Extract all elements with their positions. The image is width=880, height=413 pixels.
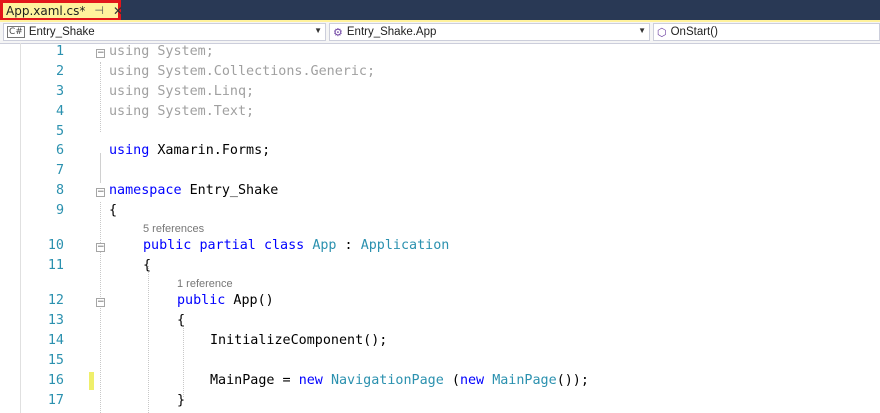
outline-guide — [100, 62, 102, 132]
indent-guide — [148, 266, 150, 413]
navigation-bar: C# Entry_Shake ▼ ⚙ Entry_Shake.App ▼ ⬡ O… — [0, 22, 880, 44]
namespace-text: System.Collections.Generic; — [149, 64, 376, 79]
member-dropdown[interactable]: ⬡ OnStart() — [653, 23, 880, 41]
brace: { — [177, 313, 186, 328]
code-editor[interactable]: 1 − using System; 2 using System.Collect… — [0, 43, 880, 413]
namespace-name: Entry_Shake — [181, 183, 279, 198]
line-number: 16 — [47, 373, 64, 388]
references-codelens[interactable]: 5 references — [143, 223, 204, 235]
line-number: 1 — [55, 44, 64, 59]
namespace-text: System.Linq; — [149, 84, 255, 99]
collapse-icon[interactable]: − — [96, 188, 105, 197]
assignment: MainPage = — [210, 373, 299, 388]
project-dropdown-label: Entry_Shake — [28, 26, 95, 38]
line-number: 6 — [55, 143, 64, 158]
type-mainpage: MainPage — [492, 373, 557, 388]
class-dropdown[interactable]: ⚙ Entry_Shake.App ▼ — [329, 23, 650, 41]
line-number: 2 — [55, 64, 64, 79]
collapse-icon[interactable]: − — [96, 49, 105, 58]
brace: { — [143, 258, 152, 273]
line-number: 10 — [47, 238, 64, 253]
line-number: 9 — [55, 203, 64, 218]
line-number: 8 — [55, 183, 64, 198]
type-navigationpage: NavigationPage — [330, 373, 444, 388]
line-number: 11 — [47, 258, 64, 273]
line-number: 13 — [47, 313, 64, 328]
keyword-new: new — [298, 373, 323, 388]
keyword-public: public — [177, 293, 226, 308]
collapse-icon[interactable]: − — [96, 243, 105, 252]
constructor: App() — [225, 293, 274, 308]
colon: : — [336, 238, 361, 253]
keyword-partial: partial — [199, 238, 256, 253]
project-dropdown[interactable]: C# Entry_Shake ▼ — [3, 23, 326, 41]
keyword-using: using — [109, 104, 150, 119]
brace: { — [109, 203, 118, 218]
keyword-class: class — [263, 238, 305, 253]
method-icon: ⬡ — [657, 26, 667, 39]
close-icon[interactable]: ✕ — [113, 4, 123, 18]
tab-app-xaml-cs[interactable]: App.xaml.cs* ⊣ ✕ — [0, 0, 123, 21]
line-number: 7 — [55, 163, 64, 178]
keyword-using: using — [109, 84, 150, 99]
chevron-down-icon[interactable]: ▼ — [314, 26, 322, 35]
outline-guide — [100, 202, 102, 413]
references-codelens[interactable]: 1 reference — [177, 278, 233, 290]
line-number: 5 — [55, 124, 64, 139]
keyword-using: using — [109, 64, 150, 79]
tab-title: App.xaml.cs* — [6, 3, 86, 18]
line-number: 14 — [47, 333, 64, 348]
member-dropdown-label: OnStart() — [670, 26, 718, 38]
pin-icon[interactable]: ⊣ — [94, 4, 104, 17]
line-number: 12 — [47, 293, 64, 308]
line-number: 15 — [47, 353, 64, 368]
document-tab-bar: App.xaml.cs* ⊣ ✕ — [0, 0, 880, 21]
modified-line-marker — [89, 372, 94, 390]
statement: InitializeComponent(); — [210, 333, 388, 348]
collapse-icon[interactable]: − — [96, 298, 105, 307]
type-application: Application — [360, 238, 450, 253]
namespace-text: System.Text; — [149, 104, 255, 119]
keyword-namespace: namespace — [109, 183, 182, 198]
indent-guide — [183, 325, 185, 397]
call-tail: ()); — [556, 373, 589, 388]
keyword-public: public — [143, 238, 192, 253]
csharp-project-icon: C# — [7, 26, 25, 38]
class-dropdown-label: Entry_Shake.App — [346, 26, 437, 38]
brace: } — [177, 393, 186, 408]
line-number: 17 — [47, 393, 64, 408]
line-number: 3 — [55, 84, 64, 99]
keyword-new: new — [459, 373, 485, 388]
keyword-using: using — [109, 143, 150, 158]
namespace-text: System; — [149, 44, 214, 59]
line-number: 4 — [55, 104, 64, 119]
paren: ( — [443, 373, 460, 388]
outline-guide — [100, 153, 102, 183]
type-app: App — [312, 238, 337, 253]
chevron-down-icon[interactable]: ▼ — [638, 26, 646, 35]
namespace-text: Xamarin.Forms; — [149, 143, 271, 158]
class-icon: ⚙ — [333, 26, 343, 39]
keyword-using: using — [109, 44, 150, 59]
